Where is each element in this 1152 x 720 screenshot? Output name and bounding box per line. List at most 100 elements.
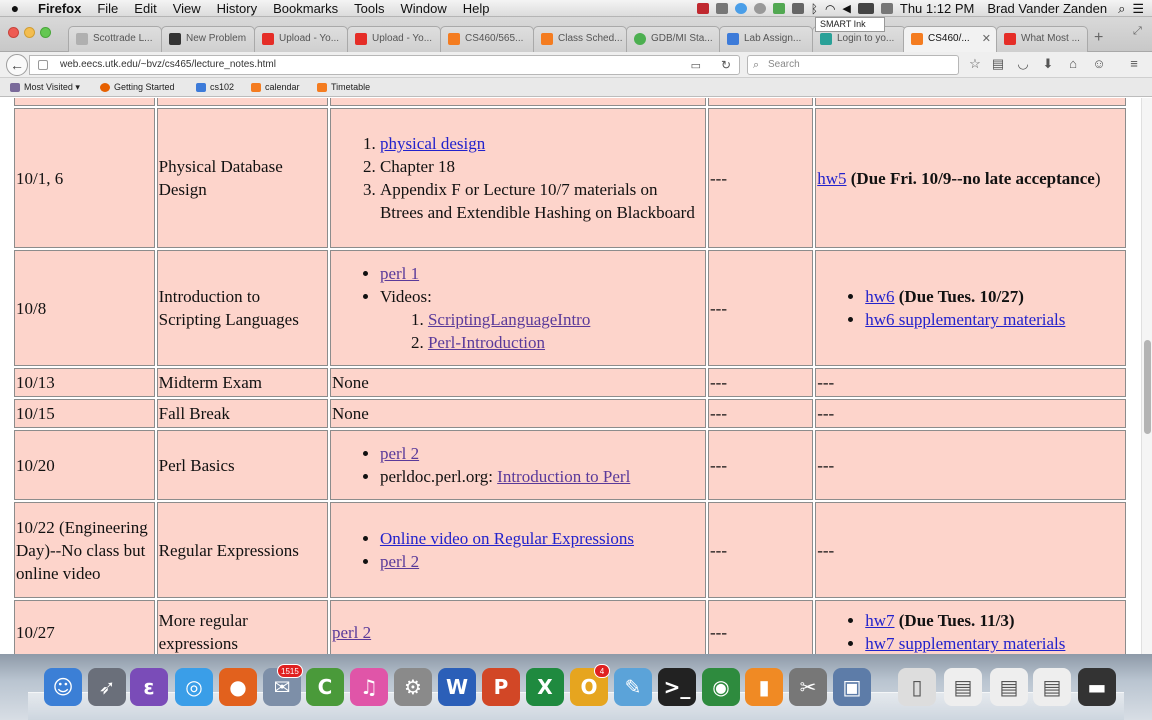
tab-gdb-mi[interactable]: GDB/MI Sta... — [626, 26, 720, 52]
menubar: ● Firefox File Edit View History Bookmar… — [0, 0, 1152, 17]
perl-intro-video-link[interactable]: Perl-Introduction — [428, 333, 545, 352]
tab-cs460-active[interactable]: CS460/... ✕ — [903, 26, 997, 52]
perl2-link[interactable]: perl 2 — [380, 552, 419, 571]
menu-file[interactable]: File — [89, 0, 126, 17]
emacs-icon[interactable]: ε — [130, 668, 168, 706]
excel-icon[interactable]: X — [526, 668, 564, 706]
preview-icon[interactable]: ▣ — [833, 668, 871, 706]
pocket-icon[interactable]: ◡ — [1016, 57, 1030, 71]
launchpad-icon[interactable]: ➶ — [88, 668, 126, 706]
chat-icon[interactable]: ☺ — [1092, 57, 1106, 71]
scripting-intro-video-link[interactable]: ScriptingLanguageIntro — [428, 310, 590, 329]
bookmark-timetable[interactable]: Timetable — [317, 78, 370, 97]
tape-icon[interactable]: ◉ — [702, 668, 740, 706]
perl1-link[interactable]: perl 1 — [380, 264, 419, 283]
menu-firefox[interactable]: Firefox — [30, 0, 89, 17]
list-item: hw7 (Due Tues. 11/3) — [865, 609, 1124, 632]
bookmark-calendar[interactable]: calendar — [251, 78, 300, 97]
status-sync-icon[interactable] — [734, 3, 747, 14]
menu-help[interactable]: Help — [455, 0, 498, 17]
perl2-link[interactable]: perl 2 — [380, 444, 419, 463]
search-input[interactable]: ⌕ Search — [747, 55, 959, 75]
reader-view-icon[interactable]: ▭ — [691, 57, 701, 75]
reload-icon[interactable]: ↻ — [721, 56, 731, 74]
firefox-icon[interactable]: ● — [219, 668, 257, 706]
notes-icon[interactable]: ▮ — [745, 668, 783, 706]
url-bar[interactable]: web.eecs.utk.edu/~bvz/cs465/lecture_note… — [29, 55, 740, 75]
tab-class-schedule[interactable]: Class Sched... — [533, 26, 627, 52]
menu-view[interactable]: View — [165, 0, 209, 17]
flag-icon[interactable] — [880, 3, 893, 14]
tab-lab-assign[interactable]: Lab Assign... — [719, 26, 813, 52]
hw5-link[interactable]: hw5 — [817, 169, 846, 188]
menu-edit[interactable]: Edit — [126, 0, 164, 17]
screen-icon[interactable]: ▬ — [1078, 668, 1116, 706]
menu-history[interactable]: History — [209, 0, 265, 17]
camtasia-icon[interactable]: C — [306, 668, 344, 706]
regex-video-link[interactable]: Online video on Regular Expressions — [380, 529, 634, 548]
tab-scottrade[interactable]: Scottrade L... — [68, 26, 162, 52]
fullscreen-icon[interactable]: ⤢ — [1133, 25, 1142, 38]
status-app2-icon[interactable] — [791, 3, 804, 14]
hw7-supplementary-link[interactable]: hw7 supplementary materials — [865, 634, 1065, 653]
menu-window[interactable]: Window — [393, 0, 455, 17]
word-icon[interactable]: W — [438, 668, 476, 706]
scrollbar-thumb[interactable] — [1144, 340, 1151, 434]
menu-bookmarks[interactable]: Bookmarks — [265, 0, 346, 17]
document-icon[interactable]: ▤ — [944, 668, 982, 706]
spotlight-icon[interactable]: ⌕ — [1118, 1, 1125, 17]
site-identity-icon[interactable] — [38, 60, 48, 70]
status-clock-icon[interactable] — [753, 3, 766, 14]
home-icon[interactable]: ⌂ — [1066, 57, 1080, 71]
bookmark-cs102[interactable]: cs102 — [196, 78, 234, 97]
menubar-user[interactable]: Brad Vander Zanden — [987, 1, 1107, 16]
system-preferences-icon[interactable]: ⚙ — [394, 668, 432, 706]
zoom-window-button[interactable] — [40, 27, 51, 38]
hamburger-menu-icon[interactable]: ≡ — [1127, 57, 1141, 71]
notification-center-icon[interactable]: ☰ — [1132, 1, 1144, 17]
back-button[interactable]: ← — [6, 54, 28, 76]
physical-design-link[interactable]: physical design — [380, 134, 485, 153]
perl2-link[interactable]: perl 2 — [332, 623, 371, 642]
document-icon[interactable]: ▤ — [990, 668, 1028, 706]
bluetooth-icon[interactable]: ᛒ — [811, 2, 818, 16]
status-drive-icon[interactable] — [772, 3, 785, 14]
archive-icon[interactable]: ▯ — [898, 668, 936, 706]
new-tab-button[interactable]: + — [1094, 29, 1103, 47]
close-window-button[interactable] — [8, 27, 19, 38]
menubar-clock[interactable]: Thu 1:12 PM — [900, 1, 974, 16]
bookmark-star-icon[interactable]: ☆ — [968, 57, 982, 71]
safari-icon[interactable]: ◎ — [175, 668, 213, 706]
hw7-link[interactable]: hw7 — [865, 611, 894, 630]
powerpoint-icon[interactable]: P — [482, 668, 520, 706]
tab-new-problem[interactable]: New Problem — [161, 26, 255, 52]
terminal-icon[interactable]: >_ — [658, 668, 696, 706]
minimize-window-button[interactable] — [24, 27, 35, 38]
status-grid-icon[interactable] — [715, 3, 728, 14]
vertical-scrollbar[interactable] — [1141, 98, 1152, 654]
menu-tools[interactable]: Tools — [346, 0, 392, 17]
utilities-icon[interactable]: ✂ — [789, 668, 827, 706]
tab-cs460-565[interactable]: CS460/565... — [440, 26, 534, 52]
close-tab-icon[interactable]: ✕ — [982, 27, 991, 51]
tab-upload-youtube-2[interactable]: Upload - Yo... — [347, 26, 441, 52]
bookmarks-menu-icon[interactable]: ▤ — [991, 57, 1005, 71]
tab-upload-youtube-1[interactable]: Upload - Yo... — [254, 26, 348, 52]
downloads-icon[interactable]: ⬇ — [1041, 57, 1055, 71]
hw6-supplementary-link[interactable]: hw6 supplementary materials — [865, 310, 1065, 329]
document-icon[interactable]: ▤ — [1033, 668, 1071, 706]
battery-icon[interactable] — [857, 3, 874, 14]
wifi-icon[interactable]: ◠ — [825, 2, 835, 16]
tab-what-most[interactable]: What Most ... — [996, 26, 1088, 52]
bookmark-getting-started[interactable]: Getting Started — [100, 78, 175, 97]
volume-icon[interactable]: ◀ — [842, 2, 850, 15]
apple-icon[interactable]: ● — [0, 0, 30, 16]
intro-to-perl-link[interactable]: Introduction to Perl — [497, 467, 630, 486]
bookmark-most-visited[interactable]: Most Visited ▾ — [10, 78, 80, 97]
smart-ink-toolbar[interactable]: SMART Ink — [815, 17, 885, 32]
finder-icon[interactable]: ☺ — [44, 668, 82, 706]
status-app-icon[interactable] — [696, 3, 709, 14]
textedit-icon[interactable]: ✎ — [614, 668, 652, 706]
itunes-icon[interactable]: ♫ — [350, 668, 388, 706]
hw6-link[interactable]: hw6 — [865, 287, 894, 306]
